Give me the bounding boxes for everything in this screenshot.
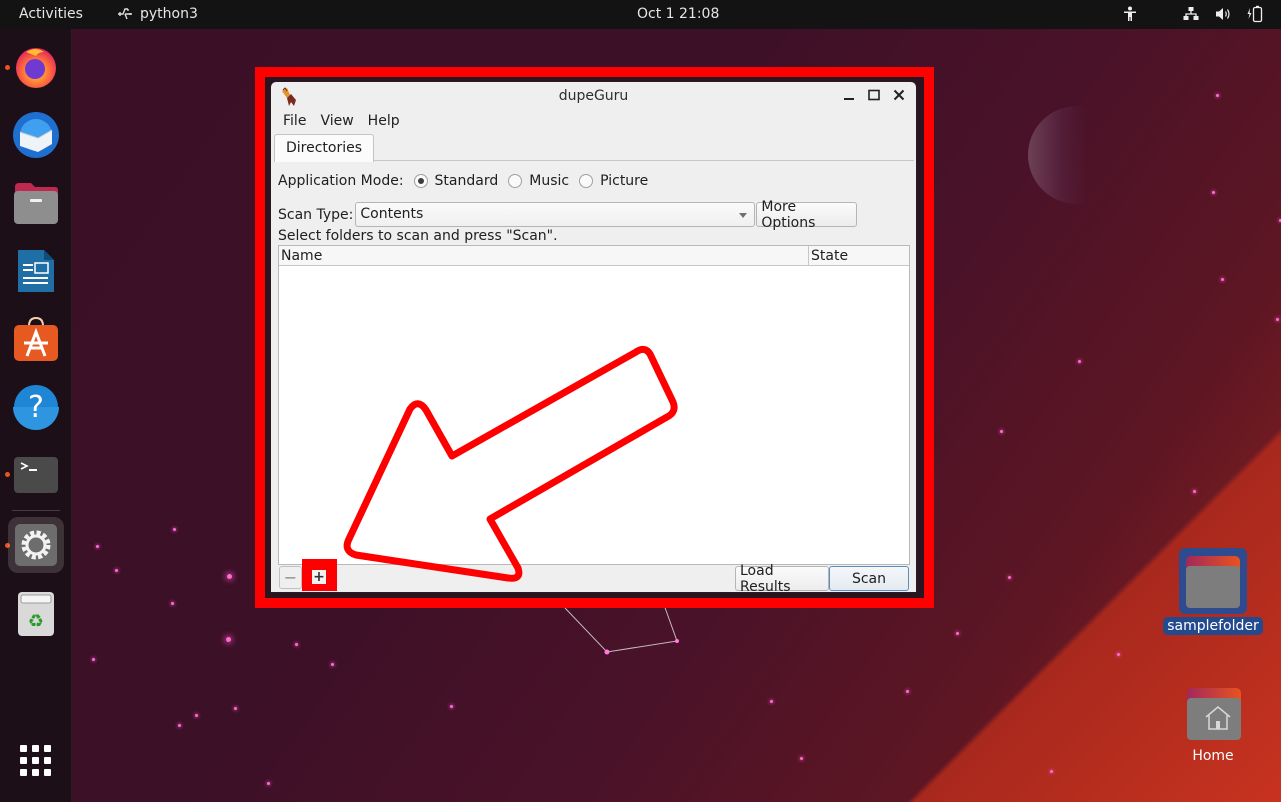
window-title: dupeGuru xyxy=(558,88,629,104)
trash-icon: ♻ xyxy=(18,592,54,636)
app-center-icon xyxy=(14,316,58,361)
home-icon xyxy=(1205,706,1231,730)
load-results-button[interactable]: Load Results xyxy=(735,563,829,595)
accessibility-icon[interactable] xyxy=(1123,6,1137,22)
dupeguru-window: dupeGuru File View Help Directories Appl… xyxy=(270,81,917,595)
files-icon xyxy=(14,183,58,224)
desktop-icon-label: Home xyxy=(1192,748,1234,764)
title-bar[interactable]: dupeGuru xyxy=(271,82,916,110)
dock-item-help[interactable]: ? xyxy=(8,379,64,435)
close-button[interactable] xyxy=(892,88,906,102)
scan-type-row: Scan Type: Contents More Options xyxy=(278,199,858,231)
radio-label: Standard xyxy=(434,173,499,189)
settings-icon xyxy=(15,524,57,566)
tab-bar: Directories xyxy=(274,133,914,162)
radio-label: Music xyxy=(529,173,570,189)
column-header-name[interactable]: Name xyxy=(281,248,322,264)
scan-type-select[interactable]: Contents xyxy=(355,202,756,227)
dock-item-app-center[interactable] xyxy=(8,311,64,367)
dock-item-thunderbird[interactable] xyxy=(8,107,64,163)
desktop-icon-label: samplefolder xyxy=(1163,617,1263,635)
menu-help[interactable]: Help xyxy=(361,112,407,130)
maximize-button[interactable] xyxy=(867,88,881,102)
wallpaper-planet xyxy=(1028,106,1126,204)
dock-item-writer[interactable] xyxy=(8,243,64,299)
activities-button[interactable]: Activities xyxy=(19,6,83,22)
help-icon: ? xyxy=(13,385,59,430)
menu-file[interactable]: File xyxy=(276,112,313,130)
application-mode-label: Application Mode: xyxy=(278,173,404,189)
writer-icon xyxy=(18,250,54,292)
tab-directories[interactable]: Directories xyxy=(274,134,375,162)
top-bar: Activities python3 Oct 1 21:08 xyxy=(0,0,1281,29)
close-icon xyxy=(893,89,905,101)
instructions-text: Select folders to scan and press "Scan". xyxy=(278,228,558,244)
maximize-icon xyxy=(868,89,880,101)
dock-item-settings[interactable] xyxy=(8,517,64,573)
radio-indicator xyxy=(508,174,523,188)
table-header: Name State xyxy=(279,246,909,266)
scan-type-value: Contents xyxy=(360,206,424,222)
dock-item-files[interactable] xyxy=(8,175,64,231)
dock-item-trash[interactable]: ♻ xyxy=(8,586,64,642)
clock[interactable]: Oct 1 21:08 xyxy=(637,6,719,22)
more-options-button[interactable]: More Options xyxy=(756,199,858,231)
radio-indicator xyxy=(579,174,594,188)
remove-folder-button[interactable]: − xyxy=(279,566,302,589)
minimize-icon xyxy=(844,98,854,100)
volume-icon[interactable] xyxy=(1215,6,1231,22)
battery-icon[interactable] xyxy=(1247,5,1263,23)
minimize-button[interactable] xyxy=(842,88,856,102)
menu-bar: File View Help xyxy=(276,112,407,130)
menu-view[interactable]: View xyxy=(313,112,360,130)
show-apps-button[interactable] xyxy=(20,745,51,776)
application-mode-group: Application Mode: Standard Music Picture xyxy=(278,173,648,189)
radio-music[interactable]: Music xyxy=(508,173,569,189)
chevron-down-icon xyxy=(739,213,748,218)
scan-type-label: Scan Type: xyxy=(278,206,354,223)
radio-indicator xyxy=(413,174,428,188)
desktop-icon-home[interactable]: Home xyxy=(1163,684,1263,764)
dock: ? ♻ xyxy=(0,29,72,802)
app-menu-label: python3 xyxy=(140,6,198,22)
bottom-bar: − + Load Results Scan xyxy=(278,559,910,595)
firefox-icon xyxy=(16,48,56,88)
svg-text:?: ? xyxy=(28,390,44,425)
add-folder-button[interactable]: + xyxy=(312,570,326,584)
network-icon[interactable] xyxy=(1183,6,1199,22)
system-tray[interactable] xyxy=(1123,5,1263,23)
terminal-icon xyxy=(14,457,58,493)
app-menu-icon xyxy=(118,8,132,20)
thunderbird-icon xyxy=(13,112,59,158)
desktop-icon-samplefolder[interactable]: samplefolder xyxy=(1163,548,1263,635)
dock-item-terminal[interactable] xyxy=(8,447,64,503)
radio-standard[interactable]: Standard xyxy=(413,173,499,189)
svg-text:♻: ♻ xyxy=(28,611,44,632)
app-menu[interactable]: python3 xyxy=(116,6,198,22)
dock-separator xyxy=(12,510,60,511)
scan-button[interactable]: Scan xyxy=(829,566,909,591)
column-header-state[interactable]: State xyxy=(808,246,910,266)
dock-item-firefox[interactable] xyxy=(8,38,64,94)
radio-label: Picture xyxy=(600,173,649,189)
radio-picture[interactable]: Picture xyxy=(579,173,648,189)
directories-table[interactable]: Name State xyxy=(278,245,910,565)
